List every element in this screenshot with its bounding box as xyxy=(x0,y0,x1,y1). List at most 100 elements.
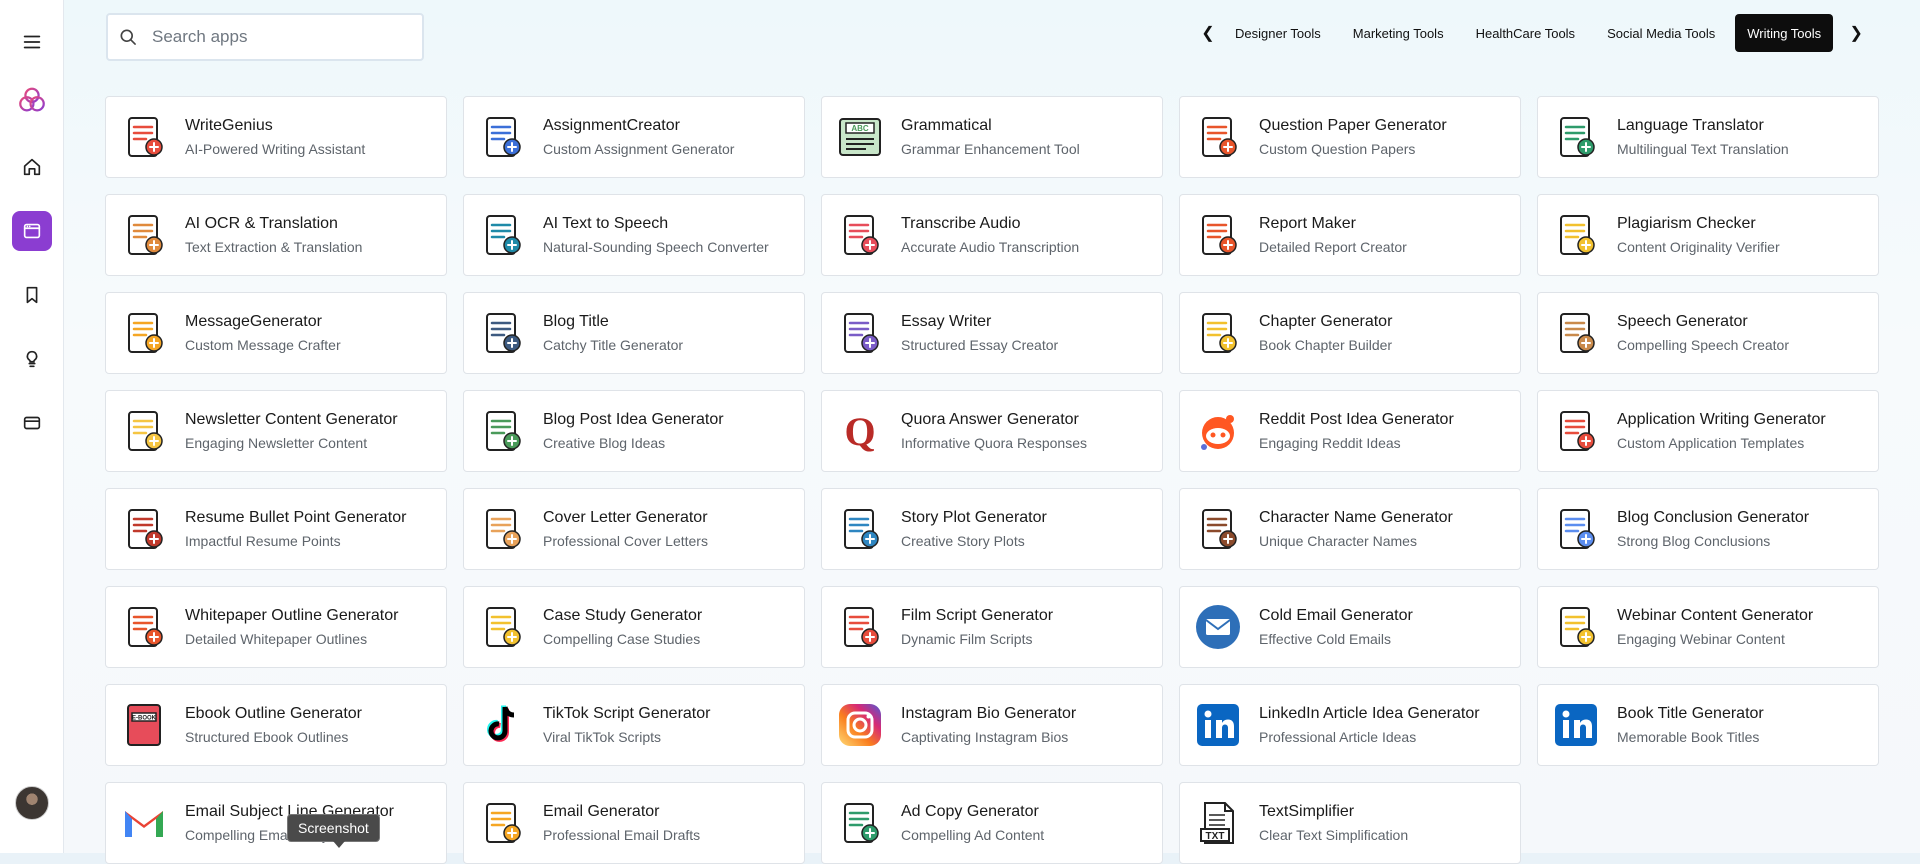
app-card-text: Ebook Outline Generator Structured Ebook … xyxy=(185,704,362,747)
home-icon[interactable] xyxy=(12,147,52,187)
exam-icon xyxy=(1194,113,1242,161)
chevron-left-icon[interactable]: ❮ xyxy=(1193,14,1223,52)
app-card[interactable]: Essay Writer Structured Essay Creator xyxy=(821,292,1163,374)
app-card[interactable]: Plagiarism Checker Content Originality Ve… xyxy=(1537,194,1879,276)
logo-icon[interactable] xyxy=(12,80,52,120)
app-card[interactable]: Q Quora Answer Generator Informative Quora… xyxy=(821,390,1163,472)
app-description: Text Extraction & Translation xyxy=(185,238,363,255)
app-name: TikTok Script Generator xyxy=(543,704,711,722)
student-icon xyxy=(478,113,526,161)
app-name: Grammatical xyxy=(901,116,992,134)
app-card[interactable]: Whitepaper Outline Generator Detailed Whi… xyxy=(105,586,447,668)
app-name: Speech Generator xyxy=(1617,312,1748,330)
app-card-text: Film Script Generator Dynamic Film Script… xyxy=(901,606,1053,649)
app-card[interactable]: Blog Title Catchy Title Generator xyxy=(463,292,805,374)
app-card[interactable]: Film Script Generator Dynamic Film Script… xyxy=(821,586,1163,668)
tab-healthcare-tools[interactable]: HealthCare Tools xyxy=(1464,14,1587,52)
app-card[interactable]: Resume Bullet Point Generator Impactful R… xyxy=(105,488,447,570)
resume-icon xyxy=(120,505,168,553)
app-card[interactable]: Speech Generator Compelling Speech Creato… xyxy=(1537,292,1879,374)
paper-plane-mail-icon xyxy=(478,799,526,847)
case-study-icon xyxy=(478,603,526,651)
app-card-text: AI Text to Speech Natural-Sounding Speech… xyxy=(543,214,769,257)
app-name: Blog Post Idea Generator xyxy=(543,410,724,428)
app-name: MessageGenerator xyxy=(185,312,322,330)
app-card[interactable]: Email Subject Line Generator Compelling E… xyxy=(105,782,447,864)
app-card[interactable]: Reddit Post Idea Generator Engaging Reddi… xyxy=(1179,390,1521,472)
app-description: Accurate Audio Transcription xyxy=(901,238,1080,255)
app-card-text: Language Translator Multilingual Text Tra… xyxy=(1617,116,1789,159)
app-name: Essay Writer xyxy=(901,312,992,330)
linkedin-icon xyxy=(1552,701,1600,749)
app-description: Effective Cold Emails xyxy=(1259,630,1392,647)
app-card[interactable]: Story Plot Generator Creative Story Plots xyxy=(821,488,1163,570)
category-tabs: ❮ Designer Tools Marketing Tools HealthC… xyxy=(1193,14,1871,52)
card-icon[interactable] xyxy=(12,403,52,443)
app-card[interactable]: Webinar Content Generator Engaging Webina… xyxy=(1537,586,1879,668)
app-name: Instagram Bio Generator xyxy=(901,704,1077,722)
app-card[interactable]: Chapter Generator Book Chapter Builder xyxy=(1179,292,1521,374)
svg-text:Q: Q xyxy=(844,409,875,454)
app-card[interactable]: Cold Email Generator Effective Cold Email… xyxy=(1179,586,1521,668)
app-card-text: Quora Answer Generator Informative Quora … xyxy=(901,410,1087,453)
app-card-text: Cold Email Generator Effective Cold Email… xyxy=(1259,606,1413,649)
app-card[interactable]: Application Writing Generator Custom Appl… xyxy=(1537,390,1879,472)
app-card[interactable]: Instagram Bio Generator Captivating Insta… xyxy=(821,684,1163,766)
app-card[interactable]: Blog Post Idea Generator Creative Blog Id… xyxy=(463,390,805,472)
tab-writing-tools[interactable]: Writing Tools xyxy=(1735,14,1834,52)
apps-icon[interactable] xyxy=(12,211,52,251)
app-card[interactable]: Question Paper Generator Custom Question … xyxy=(1179,96,1521,178)
tab-designer-tools[interactable]: Designer Tools xyxy=(1223,14,1333,52)
report-chart-icon xyxy=(1194,211,1242,259)
chevron-right-icon[interactable]: ❯ xyxy=(1841,14,1871,52)
app-card[interactable]: Blog Conclusion Generator Strong Blog Con… xyxy=(1537,488,1879,570)
app-name: AssignmentCreator xyxy=(543,116,680,134)
app-card[interactable]: LinkedIn Article Idea Generator Professio… xyxy=(1179,684,1521,766)
main-content: ❮ Designer Tools Marketing Tools HealthC… xyxy=(64,0,1920,864)
app-card[interactable]: AI OCR & Translation Text Extraction & Tr… xyxy=(105,194,447,276)
app-card-text: Ad Copy Generator Compelling Ad Content xyxy=(901,802,1044,845)
app-card[interactable]: Report Maker Detailed Report Creator xyxy=(1179,194,1521,276)
app-card[interactable]: AssignmentCreator Custom Assignment Gener… xyxy=(463,96,805,178)
txt-file-icon: TXT xyxy=(1194,799,1242,847)
app-card[interactable]: Transcribe Audio Accurate Audio Transcrip… xyxy=(821,194,1163,276)
tab-marketing-tools[interactable]: Marketing Tools xyxy=(1341,14,1456,52)
app-card[interactable]: TikTok Script Generator Viral TikTok Scri… xyxy=(463,684,805,766)
app-card[interactable]: Email Generator Professional Email Drafts xyxy=(463,782,805,864)
app-name: TextSimplifier xyxy=(1259,802,1355,820)
app-card[interactable]: Book Title Generator Memorable Book Title… xyxy=(1537,684,1879,766)
app-name: WriteGenius xyxy=(185,116,273,134)
app-card[interactable]: ABC Grammatical Grammar Enhancement Tool xyxy=(821,96,1163,178)
lightbulb-icon[interactable] xyxy=(12,339,52,379)
app-card[interactable]: Newsletter Content Generator Engaging New… xyxy=(105,390,447,472)
translate-letters-icon xyxy=(836,211,884,259)
app-description: Grammar Enhancement Tool xyxy=(901,140,1080,157)
app-name: Ad Copy Generator xyxy=(901,802,1039,820)
tab-social-media-tools[interactable]: Social Media Tools xyxy=(1595,14,1727,52)
app-name: AI OCR & Translation xyxy=(185,214,338,232)
instagram-icon xyxy=(836,701,884,749)
bookmark-icon[interactable] xyxy=(12,275,52,315)
app-card[interactable]: Character Name Generator Unique Character… xyxy=(1179,488,1521,570)
app-description: Detailed Report Creator xyxy=(1259,238,1407,255)
search-input[interactable] xyxy=(150,26,404,48)
app-card[interactable]: E-BOOK Ebook Outline Generator Structured … xyxy=(105,684,447,766)
avatar[interactable] xyxy=(15,786,49,820)
app-card-text: Blog Post Idea Generator Creative Blog Id… xyxy=(543,410,724,453)
app-card-text: Case Study Generator Compelling Case Stud… xyxy=(543,606,702,649)
reddit-icon xyxy=(1194,407,1242,455)
app-card[interactable]: Cover Letter Generator Professional Cover… xyxy=(463,488,805,570)
menu-icon[interactable] xyxy=(12,22,52,62)
app-card-text: Whitepaper Outline Generator Detailed Whi… xyxy=(185,606,398,649)
app-card[interactable]: AI Text to Speech Natural-Sounding Speech… xyxy=(463,194,805,276)
app-card[interactable]: TXT TextSimplifier Clear Text Simplificati… xyxy=(1179,782,1521,864)
svg-text:ABC: ABC xyxy=(851,124,869,133)
app-card[interactable]: WriteGenius AI-Powered Writing Assistant xyxy=(105,96,447,178)
app-card[interactable]: Ad Copy Generator Compelling Ad Content xyxy=(821,782,1163,864)
app-name: Story Plot Generator xyxy=(901,508,1047,526)
app-card[interactable]: Language Translator Multilingual Text Tra… xyxy=(1537,96,1879,178)
app-name: Resume Bullet Point Generator xyxy=(185,508,407,526)
app-name: Cover Letter Generator xyxy=(543,508,708,526)
app-card[interactable]: Case Study Generator Compelling Case Stud… xyxy=(463,586,805,668)
app-card[interactable]: MessageGenerator Custom Message Crafter xyxy=(105,292,447,374)
